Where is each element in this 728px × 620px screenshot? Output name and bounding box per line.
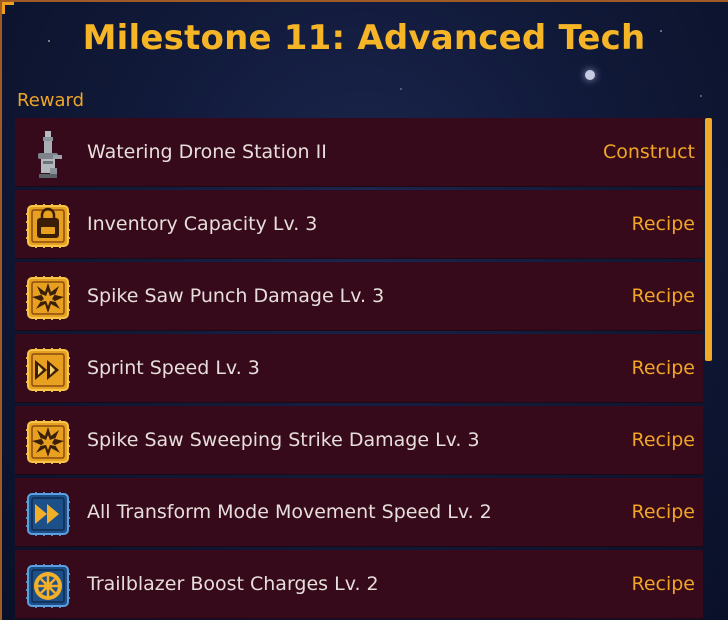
reward-type: Construct (602, 141, 695, 163)
reward-list-scrollbar[interactable] (705, 118, 712, 620)
reward-name: Trailblazer Boost Charges Lv. 2 (87, 573, 379, 595)
reward-type: Recipe (631, 573, 695, 595)
reward-row[interactable]: Trailblazer Boost Charges Lv. 2 Recipe (15, 550, 703, 619)
reward-section-label: Reward (17, 90, 85, 111)
reward-type: Recipe (631, 285, 695, 307)
reward-name: Inventory Capacity Lv. 3 (87, 213, 318, 235)
fast-forward-icon (22, 344, 74, 396)
fast-forward-icon (22, 488, 74, 540)
reward-row[interactable]: Watering Drone Station II Construct (15, 118, 703, 187)
explosion-icon (22, 416, 74, 468)
reward-row[interactable]: Inventory Capacity Lv. 3 Recipe (15, 190, 703, 259)
reward-type: Recipe (631, 213, 695, 235)
reward-type: Recipe (631, 357, 695, 379)
reward-name: All Transform Mode Movement Speed Lv. 2 (87, 501, 492, 523)
backpack-icon (22, 200, 74, 252)
reward-name: Watering Drone Station II (87, 141, 327, 163)
scrollbar-thumb[interactable] (705, 118, 712, 361)
reward-row[interactable]: Spike Saw Sweeping Strike Damage Lv. 3 R… (15, 406, 703, 475)
reward-name: Spike Saw Sweeping Strike Damage Lv. 3 (87, 429, 480, 451)
wheel-icon (22, 560, 74, 612)
watering-drone-station-icon (22, 128, 74, 180)
explosion-icon (22, 272, 74, 324)
reward-list: Watering Drone Station II Construct Inve… (15, 118, 703, 620)
milestone-title: Milestone 11: Advanced Tech (82, 18, 646, 58)
reward-row[interactable]: Spike Saw Punch Damage Lv. 3 Recipe (15, 262, 703, 331)
reward-type: Recipe (631, 429, 695, 451)
reward-name: Sprint Speed Lv. 3 (87, 357, 260, 379)
reward-row[interactable]: Sprint Speed Lv. 3 Recipe (15, 334, 703, 403)
reward-row[interactable]: All Transform Mode Movement Speed Lv. 2 … (15, 478, 703, 547)
reward-name: Spike Saw Punch Damage Lv. 3 (87, 285, 385, 307)
reward-type: Recipe (631, 501, 695, 523)
frame-corner-ornament (2, 2, 14, 14)
